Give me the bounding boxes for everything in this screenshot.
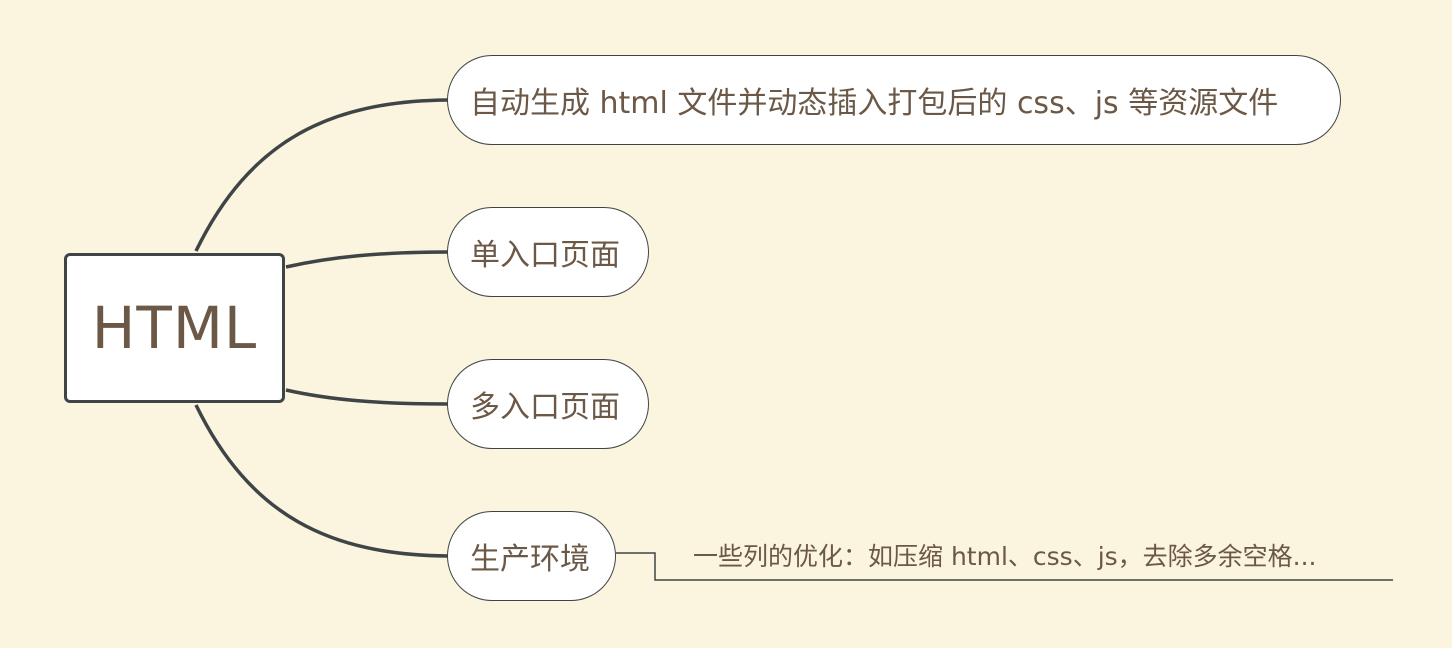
topic-node-single-entry[interactable]: 单入口页面 [447, 207, 649, 297]
topic-label: 单入口页面 [470, 238, 620, 273]
production-note-text: 一些列的优化：如压缩 html、css、js，去除多余空格... [693, 542, 1317, 571]
topic-label: 自动生成 html 文件并动态插入打包后的 css、js 等资源文件 [470, 86, 1279, 121]
topic-node-production[interactable]: 生产环境 [447, 511, 616, 601]
topic-label: 生产环境 [470, 542, 590, 577]
connector-topic-1 [194, 98, 449, 252]
connector-topic-3 [285, 388, 449, 406]
connector-topic-2 [285, 250, 449, 269]
root-node-html[interactable]: HTML [64, 253, 285, 403]
mindmap-canvas: HTML 自动生成 html 文件并动态插入打包后的 css、js 等资源文件 … [0, 0, 1452, 648]
topic-node-multi-entry[interactable]: 多入口页面 [447, 359, 649, 449]
root-node-label: HTML [91, 294, 258, 362]
connector-topic-4 [194, 404, 449, 558]
topic-label: 多入口页面 [470, 390, 620, 425]
topic-node-auto-generate[interactable]: 自动生成 html 文件并动态插入打包后的 css、js 等资源文件 [447, 55, 1341, 145]
